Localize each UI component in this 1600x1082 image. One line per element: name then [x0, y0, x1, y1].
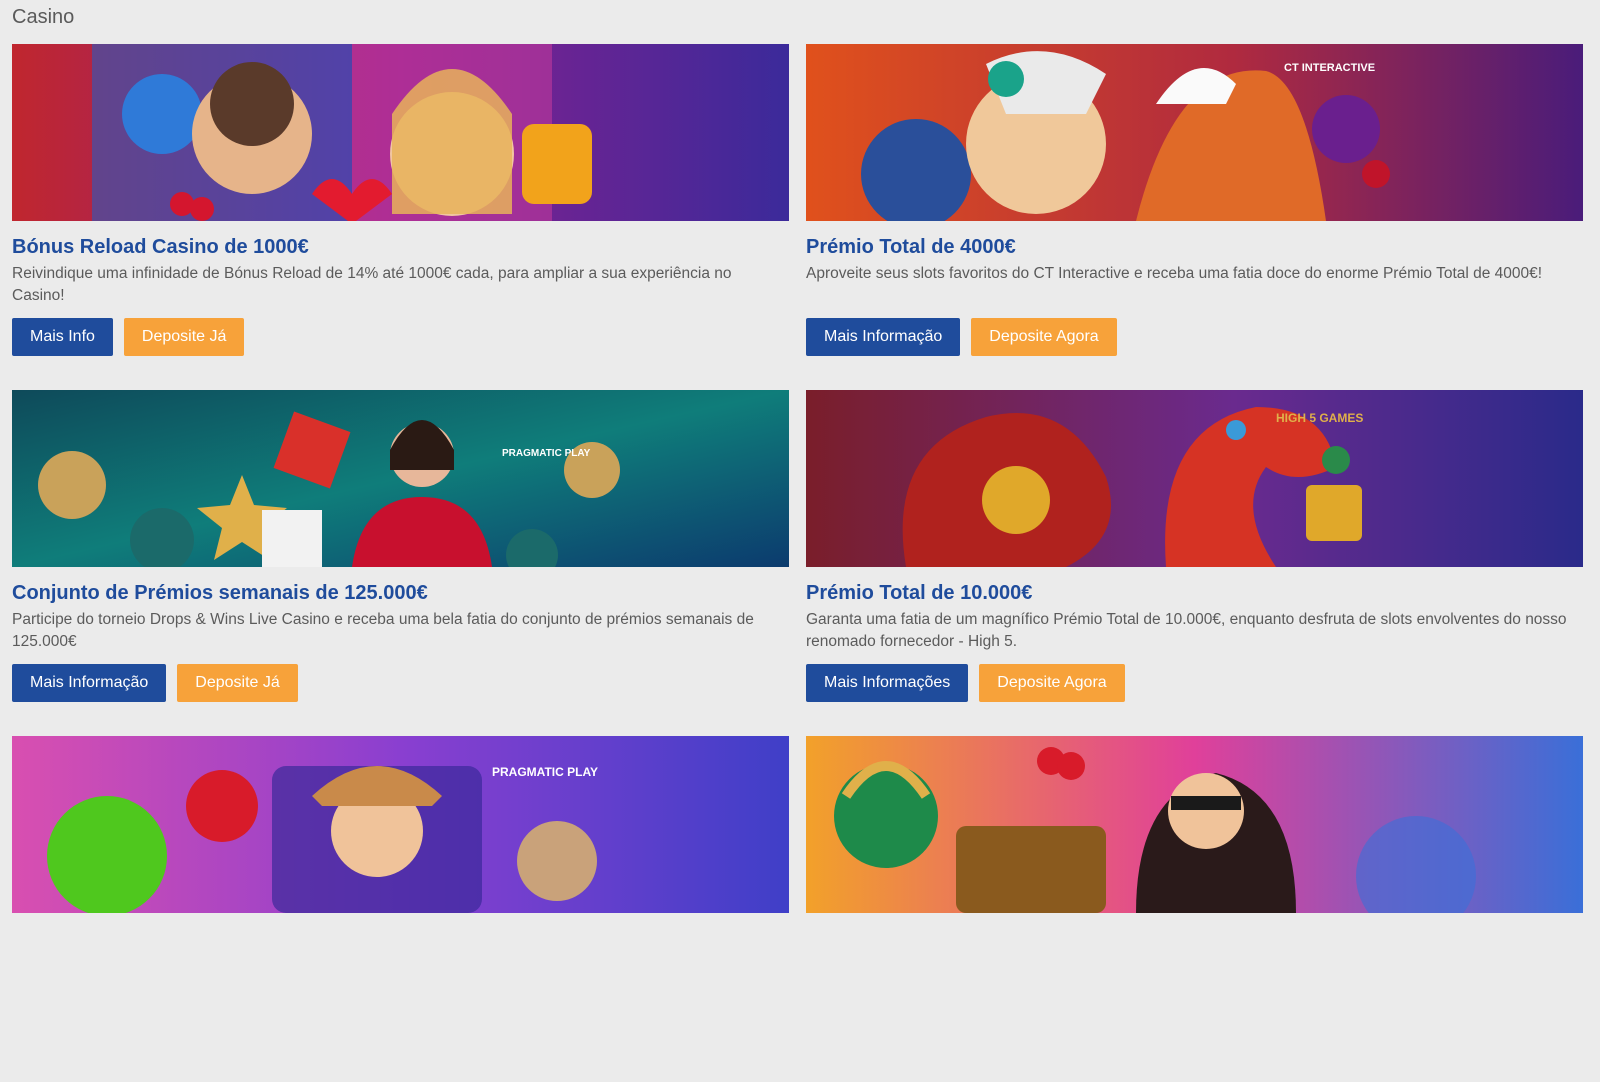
more-info-button[interactable]: Mais Informações — [806, 664, 969, 702]
promo-banner-reload-bonus[interactable] — [12, 44, 789, 221]
deposit-button[interactable]: Deposite Já — [177, 664, 298, 702]
promo-banner-treasure-slot[interactable] — [806, 736, 1583, 913]
promo-title: Prémio Total de 4000€ — [806, 236, 1016, 258]
more-info-button[interactable]: Mais Info — [12, 318, 113, 356]
promo-description: Reivindique uma infinidade de Bónus Relo… — [12, 265, 732, 304]
pragmatic-play-logo: PRAGMATIC PLAY — [492, 765, 598, 779]
promo-actions: Mais Informação Deposite Já — [12, 664, 298, 702]
promo-banner-ct-interactive[interactable]: CT INTERACTIVE — [806, 44, 1583, 221]
promo-card-reload-bonus: Bónus Reload Casino de 1000€ Reivindique… — [12, 44, 789, 390]
promo-title: Conjunto de Prémios semanais de 125.000€ — [12, 582, 428, 604]
deposit-button[interactable]: Deposite Agora — [971, 318, 1117, 356]
more-info-button[interactable]: Mais Informação — [806, 318, 961, 356]
promo-banner-fruit-party[interactable]: PRAGMATIC PLAY — [12, 736, 789, 913]
promo-actions: Mais Info Deposite Já — [12, 318, 245, 356]
high5-games-logo: HIGH 5 GAMES — [1276, 411, 1363, 425]
banner-art-ct-interactive: CT INTERACTIVE — [806, 44, 1583, 221]
promo-title: Prémio Total de 10.000€ — [806, 582, 1033, 604]
promo-card-drops-wins: PRAGMATIC PLAY Conjunto de Prémios seman… — [12, 390, 789, 736]
banner-art-fruit-party: PRAGMATIC PLAY — [12, 736, 789, 913]
promo-card-fruit-party: PRAGMATIC PLAY — [12, 736, 789, 1082]
promo-grid: Bónus Reload Casino de 1000€ Reivindique… — [12, 44, 1583, 1082]
promo-card-ct-interactive: CT INTERACTIVE Prémio Total de 4000€ Apr… — [806, 44, 1583, 390]
promo-description: Participe do torneio Drops & Wins Live C… — [12, 611, 754, 650]
promo-actions: Mais Informação Deposite Agora — [806, 318, 1117, 356]
banner-art-high5: HIGH 5 GAMES — [806, 390, 1583, 567]
ct-interactive-logo: CT INTERACTIVE — [1284, 62, 1375, 74]
promo-description: Aproveite seus slots favoritos do CT Int… — [806, 265, 1543, 282]
promo-actions: Mais Informações Deposite Agora — [806, 664, 1125, 702]
section-title: Casino — [12, 6, 75, 28]
banner-art-reload-bonus — [12, 44, 789, 221]
promo-title: Bónus Reload Casino de 1000€ — [12, 236, 309, 258]
deposit-button[interactable]: Deposite Agora — [979, 664, 1125, 702]
promo-banner-drops-wins[interactable]: PRAGMATIC PLAY — [12, 390, 789, 567]
promo-card-high5: HIGH 5 GAMES Prémio Total de 10.000€ Gar… — [806, 390, 1583, 736]
banner-art-treasure-slot — [806, 736, 1583, 913]
promo-banner-high5[interactable]: HIGH 5 GAMES — [806, 390, 1583, 567]
pragmatic-play-logo: PRAGMATIC PLAY — [502, 448, 591, 459]
promo-card-treasure-slot — [806, 736, 1583, 1082]
more-info-button[interactable]: Mais Informação — [12, 664, 167, 702]
deposit-button[interactable]: Deposite Já — [123, 318, 245, 356]
promo-description: Garanta uma fatia de um magnífico Prémio… — [806, 611, 1567, 650]
casino-promotions-page: Casino Bónus Reload Casino de 1000€ Reiv… — [0, 0, 1600, 913]
banner-art-drops-wins: PRAGMATIC PLAY — [12, 390, 789, 567]
